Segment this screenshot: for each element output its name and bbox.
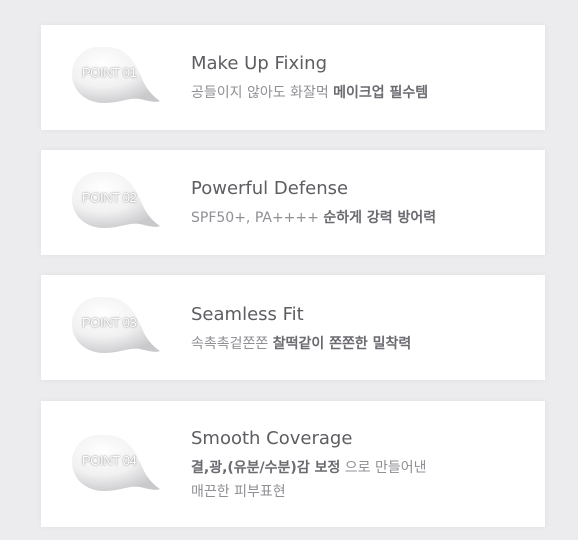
point-badge: POINT 01 bbox=[82, 65, 137, 80]
description-emphasis: 결,광,(유분/수분)감 보정 bbox=[191, 460, 341, 476]
point-description: 결,광,(유분/수분)감 보정 으로 만들어낸 bbox=[191, 456, 427, 480]
point-description-line2: 매끈한 피부표현 bbox=[191, 484, 286, 500]
point-title: Smooth Coverage bbox=[191, 428, 353, 449]
point-badge: POINT 03 bbox=[82, 315, 137, 330]
point-title: Seamless Fit bbox=[191, 304, 304, 325]
point-badge: POINT 04 bbox=[82, 453, 137, 468]
description-emphasis: 순하게 강력 방어력 bbox=[323, 210, 437, 226]
description-text: 속촉촉겉쫀쫀 bbox=[191, 336, 269, 352]
point-badge: POINT 02 bbox=[82, 190, 137, 205]
description-text: 공들이지 않아도 화잘먹 bbox=[191, 85, 329, 101]
point-card-02: POINT 02 Powerful Defense SPF50+, PA++++… bbox=[41, 150, 545, 255]
point-card-01: POINT 01 Make Up Fixing 공들이지 않아도 화잘먹 메이크… bbox=[41, 25, 545, 130]
point-description: SPF50+, PA++++ 순하게 강력 방어력 bbox=[191, 206, 436, 230]
cream-blob-icon: POINT 04 bbox=[68, 429, 162, 495]
point-title: Powerful Defense bbox=[191, 178, 349, 199]
cream-blob-icon: POINT 01 bbox=[68, 41, 162, 107]
point-description: 속촉촉겉쫀쫀 찰떡같이 쫀쫀한 밀착력 bbox=[191, 332, 411, 356]
point-description: 공들이지 않아도 화잘먹 메이크업 필수템 bbox=[191, 81, 428, 105]
point-card-04: POINT 04 Smooth Coverage 결,광,(유분/수분)감 보정… bbox=[41, 401, 545, 527]
description-emphasis: 찰떡같이 쫀쫀한 밀착력 bbox=[272, 336, 412, 352]
cream-blob-icon: POINT 02 bbox=[68, 166, 162, 232]
description-text: 으로 만들어낸 bbox=[344, 460, 427, 476]
cream-blob-icon: POINT 03 bbox=[68, 291, 162, 357]
description-emphasis: 메이크업 필수템 bbox=[333, 85, 429, 101]
description-text: SPF50+, PA++++ bbox=[191, 210, 319, 226]
point-card-03: POINT 03 Seamless Fit 속촉촉겉쫀쫀 찰떡같이 쫀쫀한 밀착… bbox=[41, 275, 545, 380]
point-title: Make Up Fixing bbox=[191, 53, 327, 74]
